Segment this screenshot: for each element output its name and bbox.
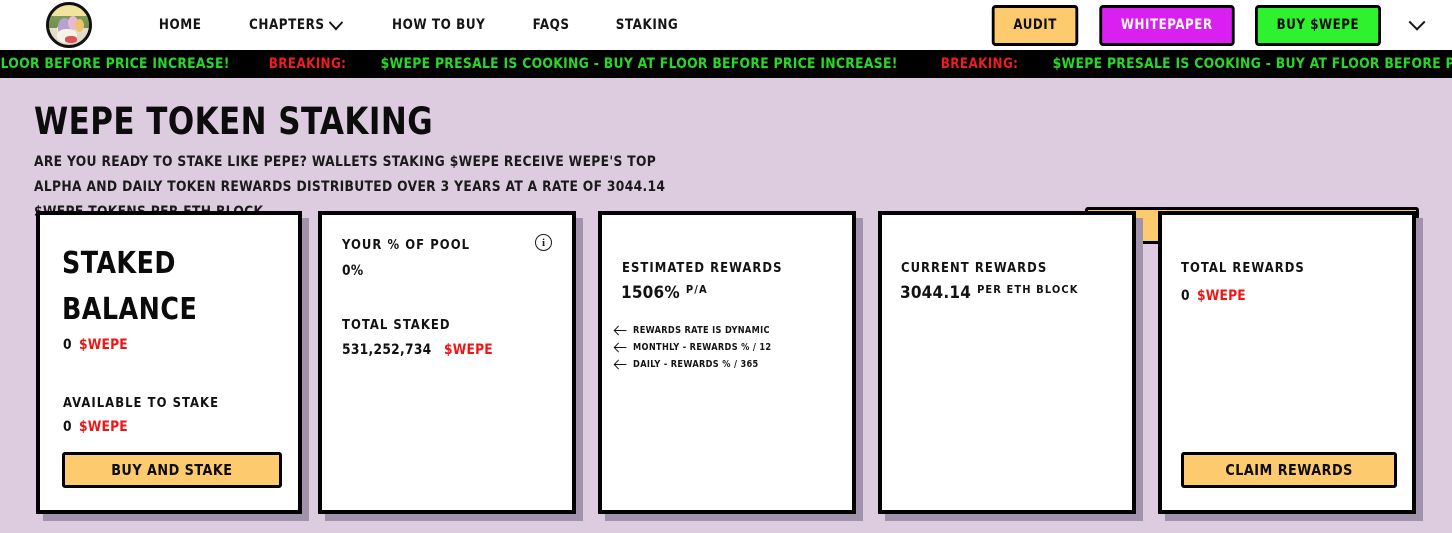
estimated-rewards-card: ESTIMATED REWARDS 1506% P/A REWARDS RATE… (598, 211, 856, 514)
estimated-rewards-unit: P/A (685, 283, 708, 296)
nav-item-staking-label: STAKING (615, 17, 679, 33)
nav-item-how-to-buy-label: HOW TO BUY (391, 17, 485, 33)
staked-balance-value-row: 0 $WEPE (63, 337, 131, 353)
nav-item-home[interactable]: HOME (140, 13, 221, 37)
staking-page: WEPE TOKEN STAKING ARE YOU READY TO STAK… (0, 78, 1452, 533)
available-to-stake-token: $WEPE (79, 419, 129, 435)
nav-right-group: AUDIT WHITEPAPER BUY $WEPE (989, 4, 1430, 46)
wepe-logo[interactable] (46, 2, 92, 48)
nav-item-how-to-buy[interactable]: HOW TO BUY (372, 13, 504, 37)
chevron-down-icon (1408, 13, 1426, 31)
estimated-rewards-title: ESTIMATED REWARDS (622, 260, 783, 276)
page-title: WEPE TOKEN STAKING (34, 100, 434, 143)
total-staked-token: $WEPE (444, 342, 494, 358)
staked-balance-card: STAKED BALANCE 0 $WEPE AVAILABLE TO STAK… (36, 211, 302, 514)
ticker-message: $WEPE PRESALE IS COOKING - BUY AT FLOOR … (380, 56, 898, 72)
nav-item-faqs-label: FAQS (532, 17, 570, 33)
estimated-rewards-value-row: 1506% P/A (621, 283, 708, 303)
ticker-breaking-label: BREAKING: (269, 56, 347, 72)
estimated-rewards-note: REWARDS RATE IS DYNAMIC (615, 325, 771, 336)
available-to-stake-value: 0 (63, 419, 72, 435)
nav-item-chapters-label: CHAPTERS (249, 17, 325, 33)
nav-item-staking[interactable]: STAKING (597, 13, 698, 37)
estimated-rewards-note-text: REWARDS RATE IS DYNAMIC (633, 325, 770, 336)
buy-and-stake-label: BUY AND STAKE (111, 461, 233, 479)
chevron-down-icon (329, 14, 344, 30)
total-staked-label: TOTAL STAKED (342, 317, 451, 333)
available-to-stake-value-row: 0 $WEPE (63, 419, 131, 435)
estimated-rewards-note: MONTHLY - REWARDS % / 12 (615, 342, 771, 353)
estimated-rewards-note-text: MONTHLY - REWARDS % / 12 (633, 342, 772, 353)
nav-item-faqs[interactable]: FAQS (513, 13, 589, 37)
nav-item-home-label: HOME (158, 17, 202, 33)
staking-cards-row: STAKED BALANCE 0 $WEPE AVAILABLE TO STAK… (0, 211, 1452, 531)
arrow-left-icon (615, 343, 627, 352)
claim-rewards-button[interactable]: CLAIM REWARDS (1181, 452, 1397, 488)
ticker-message: $WEPE PRESALE IS COOKING - BUY AT FLOOR … (1052, 56, 1452, 72)
estimated-rewards-note: DAILY - REWARDS % / 365 (615, 359, 771, 370)
pool-share-card: YOUR % OF POOL i 0% TOTAL STAKED 531,252… (318, 211, 576, 514)
whitepaper-button[interactable]: WHITEPAPER (1098, 4, 1234, 46)
top-navbar: HOME CHAPTERS HOW TO BUY FAQS STAKING AU… (0, 0, 1452, 50)
breaking-news-ticker: OOKING - BUY AT FLOOR BEFORE PRICE INCRE… (0, 50, 1452, 78)
estimated-rewards-note-text: DAILY - REWARDS % / 365 (633, 359, 759, 370)
total-staked-value: 531,252,734 (342, 342, 432, 358)
staked-balance-title: STAKED BALANCE (62, 246, 198, 327)
arrow-left-icon (615, 360, 627, 369)
staked-balance-value: 0 (63, 337, 72, 353)
estimated-rewards-notes: REWARDS RATE IS DYNAMIC MONTHLY - REWARD… (615, 325, 780, 376)
current-rewards-card: CURRENT REWARDS 3044.14 PER ETH BLOCK (878, 211, 1136, 514)
estimated-rewards-value: 1506% (621, 283, 680, 303)
your-pool-percent-value: 0% (342, 263, 364, 279)
total-rewards-title: TOTAL REWARDS (1181, 260, 1305, 276)
arrow-left-icon (615, 326, 627, 335)
nav-more-dropdown[interactable] (1404, 12, 1430, 38)
nav-left-group: HOME CHAPTERS HOW TO BUY FAQS STAKING (0, 2, 702, 48)
ticker-lead-text: OOKING - BUY AT FLOOR BEFORE PRICE INCRE… (0, 56, 230, 72)
total-staked-value-row: 531,252,734 $WEPE (342, 342, 496, 358)
buy-wepe-button[interactable]: BUY $WEPE (1255, 4, 1381, 46)
claim-rewards-label: CLAIM REWARDS (1225, 461, 1353, 479)
current-rewards-value-row: 3044.14 PER ETH BLOCK (900, 283, 1078, 303)
total-rewards-card: TOTAL REWARDS 0 $WEPE CLAIM REWARDS (1158, 211, 1416, 514)
total-rewards-value-row: 0 $WEPE (1181, 288, 1249, 304)
current-rewards-unit: PER ETH BLOCK (977, 283, 1079, 296)
buy-and-stake-button[interactable]: BUY AND STAKE (62, 452, 282, 488)
your-pool-percent-label: YOUR % OF POOL (342, 237, 471, 253)
total-rewards-value: 0 (1181, 288, 1190, 304)
logo-shape-c (75, 19, 84, 32)
audit-button[interactable]: AUDIT (992, 4, 1079, 46)
current-rewards-title: CURRENT REWARDS (901, 260, 1048, 276)
ticker-track: OOKING - BUY AT FLOOR BEFORE PRICE INCRE… (0, 56, 1452, 72)
available-to-stake-label: AVAILABLE TO STAKE (63, 395, 220, 411)
nav-links: HOME CHAPTERS HOW TO BUY FAQS STAKING (136, 13, 702, 37)
current-rewards-value: 3044.14 (900, 283, 972, 303)
logo-shape-e (65, 36, 77, 43)
ticker-breaking-label: BREAKING: (941, 56, 1019, 72)
staked-balance-token: $WEPE (79, 337, 129, 353)
info-icon[interactable]: i (535, 234, 552, 251)
total-rewards-token: $WEPE (1197, 288, 1247, 304)
nav-item-chapters[interactable]: CHAPTERS (230, 13, 361, 37)
